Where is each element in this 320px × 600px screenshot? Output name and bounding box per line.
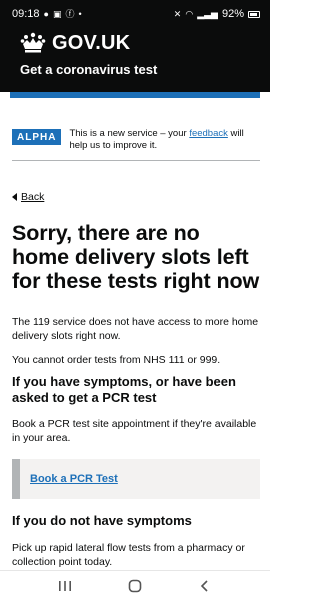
recent-apps-button[interactable] <box>50 574 80 598</box>
heading-no-symptoms: If you do not have symptoms <box>12 513 192 528</box>
facebook-icon: ⓕ <box>65 8 75 19</box>
back-button[interactable] <box>190 574 220 598</box>
feedback-link[interactable]: feedback <box>189 128 228 139</box>
paragraph-pcr: Book a PCR test site appointment if they… <box>12 418 257 444</box>
home-icon <box>128 579 142 592</box>
status-bar: 09:18 ● ▣ ⓕ • ✕ ◠ ▂▃▅ 92% <box>0 0 270 28</box>
pcr-inset: Book a PCR Test <box>12 459 260 499</box>
status-left: 09:18 ● ▣ ⓕ • <box>12 8 82 20</box>
android-nav-bar <box>0 570 270 600</box>
paragraph-nhs: You cannot order tests from NHS 111 or 9… <box>12 354 221 366</box>
more-dot-icon: • <box>78 8 82 19</box>
crown-icon <box>20 32 46 54</box>
battery-percent: 92% <box>221 8 244 20</box>
back-link[interactable]: Back <box>12 191 270 203</box>
battery-icon <box>248 10 260 18</box>
page-title: Sorry, there are no home delivery slots … <box>12 221 260 293</box>
govuk-header: GOV.UK Get a coronavirus test <box>0 28 270 92</box>
govuk-logo-link[interactable]: GOV.UK <box>20 30 258 56</box>
wifi-icon: ◠ <box>185 8 194 19</box>
back-link-label: Back <box>21 191 45 203</box>
book-pcr-test-link[interactable]: Book a PCR Test <box>30 473 118 485</box>
phase-text-before: This is a new service – your <box>69 128 190 139</box>
home-button[interactable] <box>120 574 150 598</box>
chevron-left-icon <box>200 579 208 592</box>
govuk-logotype: GOV.UK <box>52 31 131 54</box>
heading-symptoms: If you have symptoms, or have been asked… <box>12 374 236 405</box>
phase-banner: ALPHA This is a new service – your feedb… <box>12 128 260 161</box>
service-name[interactable]: Get a coronavirus test <box>20 62 258 77</box>
main-content: Sorry, there are no home delivery slots … <box>0 221 270 569</box>
header-blue-bar <box>10 92 260 98</box>
status-right: ✕ ◠ ▂▃▅ 92% <box>174 8 260 20</box>
image-icon: ▣ <box>52 8 62 19</box>
signal-icon: ▂▃▅ <box>197 8 218 19</box>
mute-icon: ✕ <box>173 8 182 19</box>
paragraph-no-slots: The 119 service does not have access to … <box>12 316 259 342</box>
recent-apps-icon <box>59 580 71 591</box>
back-arrow-icon <box>12 193 17 201</box>
status-time: 09:18 <box>12 8 40 20</box>
phase-banner-text: This is a new service – your feedback wi… <box>69 128 260 152</box>
phase-tag: ALPHA <box>12 129 62 145</box>
paragraph-lateral-flow: Pick up rapid lateral flow tests from a … <box>12 542 245 568</box>
screen: 09:18 ● ▣ ⓕ • ✕ ◠ ▂▃▅ 92% GOV.UK Get a c… <box>0 0 270 600</box>
notification-dot-icon: ● <box>43 8 49 19</box>
